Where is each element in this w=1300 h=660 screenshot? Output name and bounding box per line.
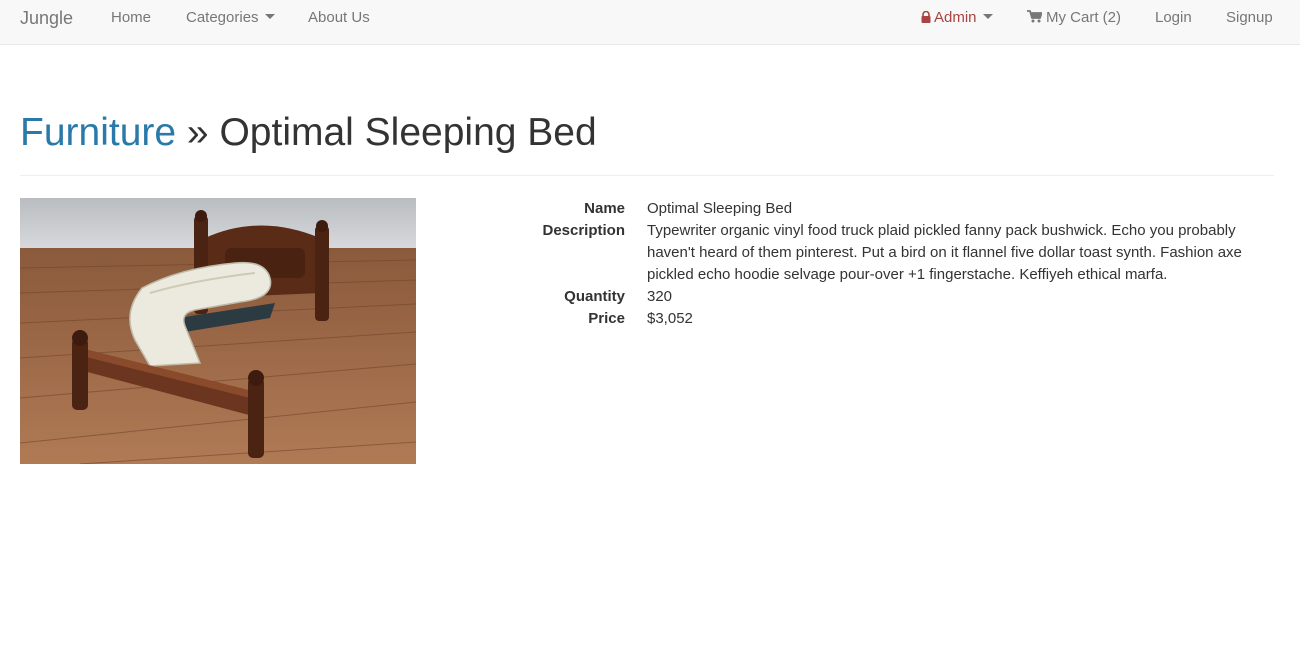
product-name: Optimal Sleeping Bed	[647, 200, 793, 217]
product-description: Typewriter organic vinyl food truck plai…	[647, 222, 1242, 283]
chevron-down-icon	[982, 13, 993, 19]
nav-categories-dropdown[interactable]: Categories	[186, 9, 275, 27]
product-image	[20, 198, 416, 464]
detail-label: Quantity	[564, 288, 625, 305]
product-price: $3,052	[647, 310, 693, 327]
detail-label: Name	[584, 200, 625, 217]
nav-signup-link[interactable]: Signup	[1226, 9, 1273, 27]
nav-home-link[interactable]: Home	[111, 9, 151, 27]
nav-admin-label: Admin	[934, 9, 977, 26]
cart-icon	[1027, 10, 1042, 23]
nav-categories-label: Categories	[186, 9, 259, 26]
nav-cart-link[interactable]: My Cart (2)	[1027, 9, 1121, 27]
nav-login-link[interactable]: Login	[1155, 9, 1192, 27]
detail-row-description: Description Typewriter organic vinyl foo…	[430, 220, 1274, 286]
breadcrumb-separator: »	[186, 111, 209, 154]
breadcrumb-category-link[interactable]: Furniture	[20, 111, 176, 154]
brand-link[interactable]: Jungle	[20, 7, 73, 29]
detail-row-price: Price $3,052	[430, 308, 1274, 330]
detail-label: Price	[588, 310, 625, 327]
nav-about-link[interactable]: About Us	[308, 9, 370, 27]
chevron-down-icon	[264, 13, 275, 19]
detail-row-name: Name Optimal Sleeping Bed	[430, 198, 1274, 220]
page-title: Furniture » Optimal Sleeping Bed	[20, 110, 1274, 156]
page-header: Furniture » Optimal Sleeping Bed	[20, 110, 1274, 176]
breadcrumb-product: Optimal Sleeping Bed	[219, 111, 597, 154]
nav-admin-dropdown[interactable]: Admin	[921, 9, 993, 27]
product-quantity: 320	[647, 288, 673, 305]
detail-label: Description	[542, 222, 625, 239]
product-details: Name Optimal Sleeping Bed Description Ty…	[430, 198, 1274, 330]
nav-cart-label: My Cart (2)	[1046, 9, 1121, 26]
lock-icon	[921, 11, 931, 23]
detail-row-quantity: Quantity 320	[430, 286, 1274, 308]
top-navbar: Jungle Home Categories About Us Admin My…	[0, 0, 1300, 45]
